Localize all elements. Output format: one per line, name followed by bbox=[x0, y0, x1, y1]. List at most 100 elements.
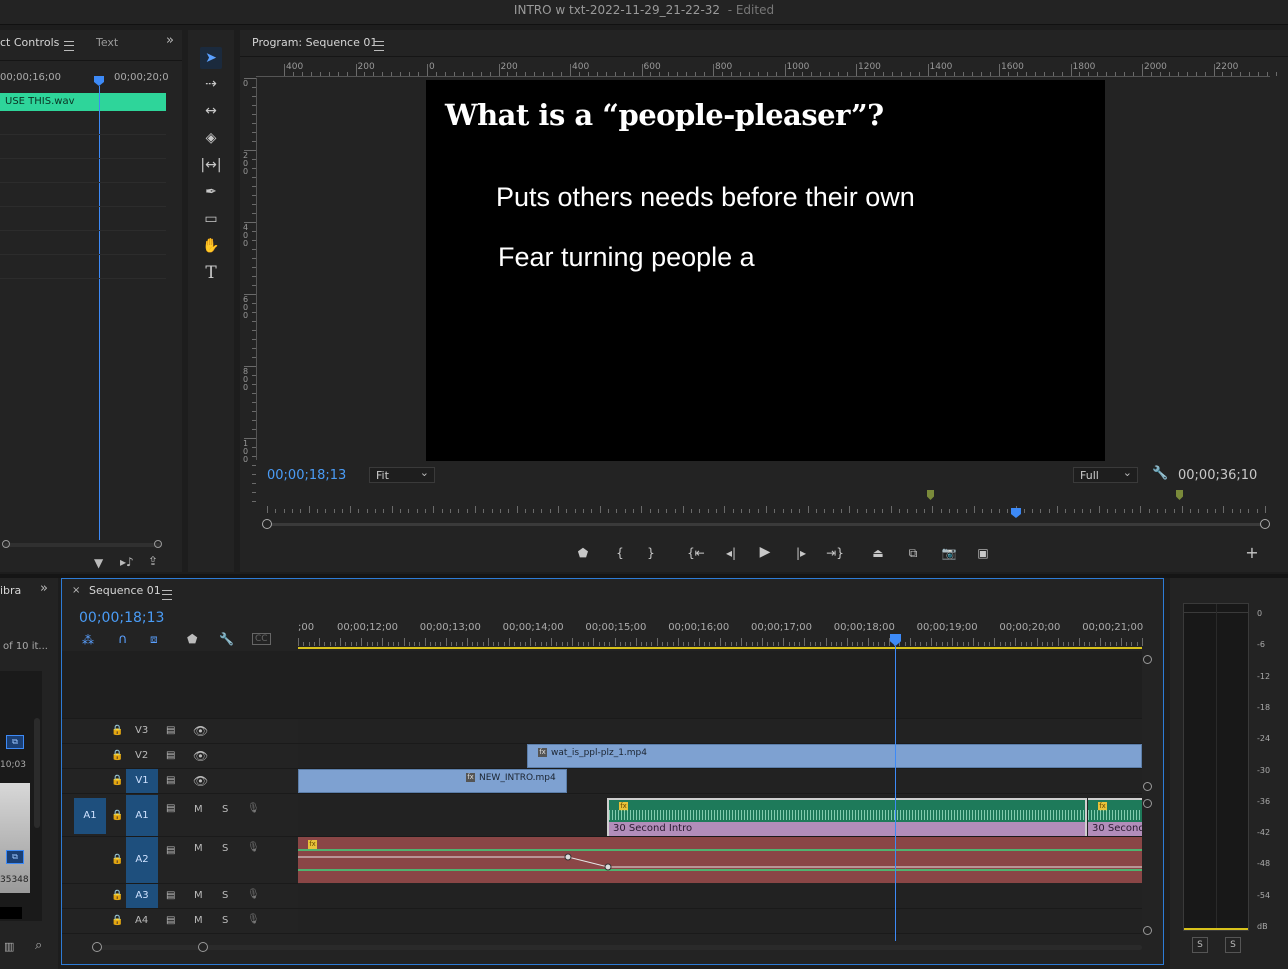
clip-v1[interactable]: fx NEW_INTRO.mp4 bbox=[298, 769, 567, 793]
ec-playhead-icon[interactable] bbox=[94, 76, 104, 86]
ripple-edit-tool-icon[interactable]: ↔ bbox=[200, 100, 222, 122]
timeline-menu-icon[interactable] bbox=[162, 590, 172, 600]
close-sequence-icon[interactable]: × bbox=[72, 585, 80, 596]
work-area-bar[interactable] bbox=[298, 647, 1142, 649]
lock-icon[interactable]: 🔒 bbox=[111, 854, 123, 865]
sync-lock-icon[interactable]: ▤ bbox=[166, 750, 175, 761]
timeline-ruler[interactable]: ;00 00;00;12;00 00;00;13;00 00;00;14;00 00;0… bbox=[298, 618, 1143, 648]
slip-tool-icon[interactable]: |↔| bbox=[200, 154, 222, 176]
track-target-v1[interactable]: V1 bbox=[126, 769, 158, 793]
play-audio-icon[interactable]: ▸♪ bbox=[120, 555, 134, 569]
track-label-a4[interactable]: A4 bbox=[135, 915, 148, 926]
track-select-tool-icon[interactable]: ⇢ bbox=[200, 73, 222, 95]
zoom-right-handle[interactable] bbox=[1260, 519, 1270, 529]
tab-sequence[interactable]: Sequence 01 bbox=[89, 584, 161, 597]
mic-icon[interactable]: 🎙 bbox=[247, 842, 260, 853]
clip-a1-intro[interactable]: fx 30 Second Intro bbox=[607, 798, 1087, 836]
a-scroll-handle[interactable] bbox=[1143, 799, 1152, 808]
lock-icon[interactable]: 🔒 bbox=[111, 750, 123, 761]
step-forward-icon[interactable]: |▸ bbox=[791, 544, 811, 562]
sync-lock-icon[interactable]: ▤ bbox=[166, 845, 175, 856]
mute-button[interactable]: M bbox=[194, 890, 203, 901]
eye-icon[interactable]: 👁 bbox=[193, 774, 208, 788]
sync-lock-icon[interactable]: ▤ bbox=[166, 775, 175, 786]
razor-tool-icon[interactable]: ◈ bbox=[200, 127, 222, 149]
track-target-a3[interactable]: A3 bbox=[126, 884, 158, 908]
solo-right-button[interactable]: S bbox=[1225, 937, 1241, 953]
program-time-ruler[interactable] bbox=[267, 504, 1266, 516]
tab-program[interactable]: Program: Sequence 01 bbox=[252, 36, 377, 49]
v-scroll-handle[interactable] bbox=[1143, 655, 1152, 664]
lock-icon[interactable]: 🔒 bbox=[111, 725, 123, 736]
panel-overflow-icon[interactable]: » bbox=[166, 33, 174, 48]
search-icon[interactable]: ⌕ bbox=[35, 938, 42, 953]
clip-a2-audio[interactable]: fx bbox=[298, 837, 1142, 883]
solo-button[interactable]: S bbox=[222, 915, 228, 926]
track-label-v3[interactable]: V3 bbox=[135, 725, 148, 736]
solo-button[interactable]: S bbox=[222, 804, 228, 815]
mark-out-icon[interactable]: } bbox=[641, 544, 661, 562]
sync-lock-icon[interactable]: ▤ bbox=[166, 915, 175, 926]
ec-scroll-left-handle[interactable] bbox=[2, 540, 10, 548]
track-target-a1[interactable]: A1 bbox=[126, 795, 158, 836]
fx-icon[interactable]: fx bbox=[466, 773, 475, 782]
h-scroll-right-handle[interactable] bbox=[198, 942, 208, 952]
sync-lock-icon[interactable]: ▤ bbox=[166, 803, 175, 814]
linked-selection-icon[interactable]: ⧈ bbox=[150, 632, 158, 647]
sync-lock-icon[interactable]: ▤ bbox=[166, 725, 175, 736]
ec-audio-clip[interactable]: USE THIS.wav bbox=[0, 93, 166, 111]
snap-icon[interactable]: ∩ bbox=[118, 632, 128, 647]
program-current-timecode[interactable]: 00;00;18;13 bbox=[267, 468, 346, 483]
solo-button[interactable]: S bbox=[222, 843, 228, 854]
mute-button[interactable]: M bbox=[194, 804, 203, 815]
list-view-icon[interactable]: ▥ bbox=[4, 940, 14, 953]
volume-keyframe-line[interactable] bbox=[298, 837, 1142, 883]
fx-icon[interactable]: fx bbox=[538, 748, 547, 757]
track-label-v2[interactable]: V2 bbox=[135, 750, 148, 761]
export-frame-icon[interactable]: 📷 bbox=[939, 544, 959, 562]
track-lane-a4[interactable] bbox=[298, 909, 1142, 934]
extract-icon[interactable]: ⧉ bbox=[903, 544, 923, 562]
program-video-frame[interactable]: What is a “people-pleaser”? Puts others … bbox=[426, 80, 1105, 461]
hand-tool-icon[interactable]: ✋ bbox=[200, 235, 222, 257]
nest-icon[interactable]: ⁂ bbox=[82, 633, 94, 647]
clip-a1-intro-2[interactable]: fx 30 Second bbox=[1088, 798, 1142, 836]
mute-button[interactable]: M bbox=[194, 843, 203, 854]
go-to-out-icon[interactable]: ⇥} bbox=[825, 544, 845, 562]
add-marker-icon[interactable]: ⬟ bbox=[573, 544, 593, 562]
marker-2-icon[interactable] bbox=[1176, 490, 1183, 500]
add-button-icon[interactable]: + bbox=[1242, 544, 1262, 562]
mic-icon[interactable]: 🎙 bbox=[247, 889, 260, 900]
mic-icon[interactable]: 🎙 bbox=[247, 803, 260, 814]
timeline-settings-icon[interactable]: 🔧 bbox=[219, 632, 234, 646]
a-scroll-handle[interactable] bbox=[1143, 926, 1152, 935]
lock-icon[interactable]: 🔒 bbox=[111, 915, 123, 926]
panel-menu-icon[interactable] bbox=[64, 41, 74, 51]
program-playhead-icon[interactable] bbox=[1010, 508, 1021, 518]
h-scroll-left-handle[interactable] bbox=[92, 942, 102, 952]
add-marker-timeline-icon[interactable]: ⬟ bbox=[187, 632, 197, 646]
track-lane-v3[interactable] bbox=[298, 719, 1142, 744]
program-menu-icon[interactable] bbox=[374, 41, 384, 51]
v-scroll-handle[interactable] bbox=[1143, 782, 1152, 791]
solo-button[interactable]: S bbox=[222, 890, 228, 901]
filter-icon[interactable]: ▼ bbox=[94, 556, 103, 570]
rectangle-tool-icon[interactable]: ▭ bbox=[200, 208, 222, 230]
track-target-a2[interactable]: A2 bbox=[126, 837, 158, 883]
selection-tool-icon[interactable]: ➤ bbox=[200, 47, 222, 69]
lift-icon[interactable]: ⏏ bbox=[868, 544, 888, 562]
eye-icon[interactable]: 👁 bbox=[193, 749, 208, 763]
export-icon[interactable]: ⇪ bbox=[148, 554, 158, 568]
fit-dropdown[interactable]: Fit bbox=[369, 465, 435, 483]
timeline-h-scrollbar[interactable] bbox=[92, 945, 1142, 950]
lock-icon[interactable]: 🔒 bbox=[111, 890, 123, 901]
clip-v2[interactable]: fx wat_is_ppl-plz_1.mp4 bbox=[527, 744, 1142, 768]
type-tool-icon[interactable]: T bbox=[200, 262, 222, 284]
wrench-icon[interactable]: 🔧 bbox=[1152, 466, 1168, 481]
sync-lock-icon[interactable]: ▤ bbox=[166, 890, 175, 901]
mic-icon[interactable]: 🎙 bbox=[247, 914, 260, 925]
track-lane-a3[interactable] bbox=[298, 884, 1142, 909]
project-overflow-icon[interactable]: » bbox=[40, 581, 48, 596]
lock-icon[interactable]: 🔒 bbox=[111, 775, 123, 786]
source-patch-a1[interactable]: A1 bbox=[74, 798, 106, 834]
